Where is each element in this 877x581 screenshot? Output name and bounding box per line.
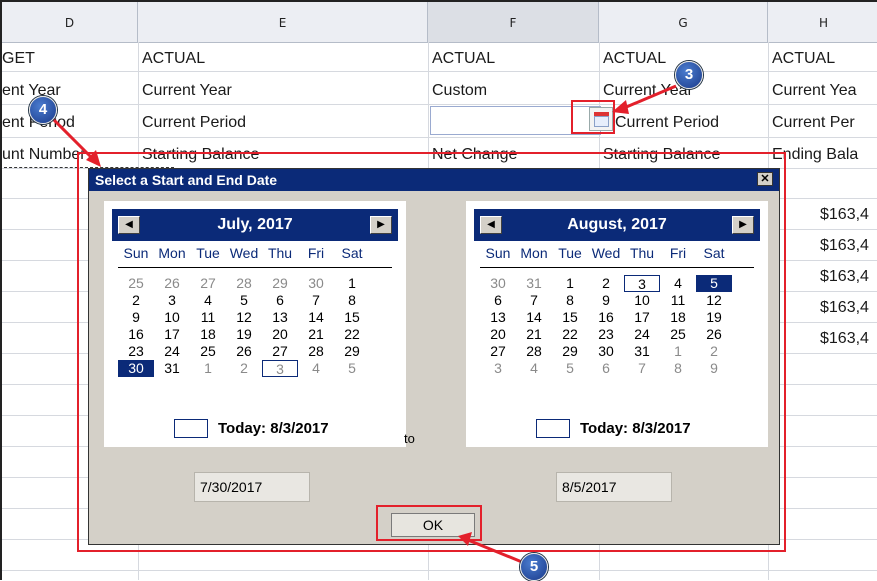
cell-h-value[interactable]: $163,4 xyxy=(820,268,877,286)
column-header-f[interactable]: F xyxy=(428,2,599,42)
grid-line xyxy=(2,137,877,138)
column-header-h[interactable]: H xyxy=(768,2,877,42)
cell-h3[interactable]: Current Per xyxy=(772,114,877,132)
callout-badge-3: 3 xyxy=(675,61,703,89)
cell-h-value[interactable]: $163,4 xyxy=(820,299,877,317)
column-header-e[interactable]: E xyxy=(138,2,428,42)
cell-h-value[interactable]: $163,4 xyxy=(820,330,877,348)
callout-badge-4: 4 xyxy=(29,96,57,124)
column-header-d[interactable]: D xyxy=(2,2,138,42)
highlight-calendar-button xyxy=(571,100,615,134)
cell-d3[interactable]: ent Period xyxy=(2,114,136,132)
cell-h-value[interactable]: $163,4 xyxy=(820,206,877,224)
cell-f2[interactable]: Custom xyxy=(432,82,597,100)
cell-d2[interactable]: ent Year xyxy=(2,82,136,100)
cell-h2[interactable]: Current Yea xyxy=(772,82,877,100)
cell-h-value[interactable]: $163,4 xyxy=(820,237,877,255)
grid-line xyxy=(2,104,877,105)
cell-e3[interactable]: Current Period xyxy=(142,114,426,132)
cell-e1[interactable]: ACTUAL xyxy=(142,50,426,68)
cell-g3[interactable]: Current Period xyxy=(615,114,766,132)
highlight-ok-button xyxy=(376,505,482,541)
cell-h4[interactable]: Ending Bala xyxy=(772,146,877,164)
cell-d1[interactable]: GET xyxy=(2,50,136,68)
column-header-row: D E F G H xyxy=(2,2,877,43)
column-header-g[interactable]: G xyxy=(599,2,768,42)
callout-badge-5: 5 xyxy=(520,553,548,581)
cell-h1[interactable]: ACTUAL xyxy=(772,50,877,68)
cell-f1[interactable]: ACTUAL xyxy=(432,50,597,68)
cell-e2[interactable]: Current Year xyxy=(142,82,426,100)
grid-line xyxy=(2,71,877,72)
highlight-dialog xyxy=(77,152,786,552)
grid-line xyxy=(2,570,877,571)
